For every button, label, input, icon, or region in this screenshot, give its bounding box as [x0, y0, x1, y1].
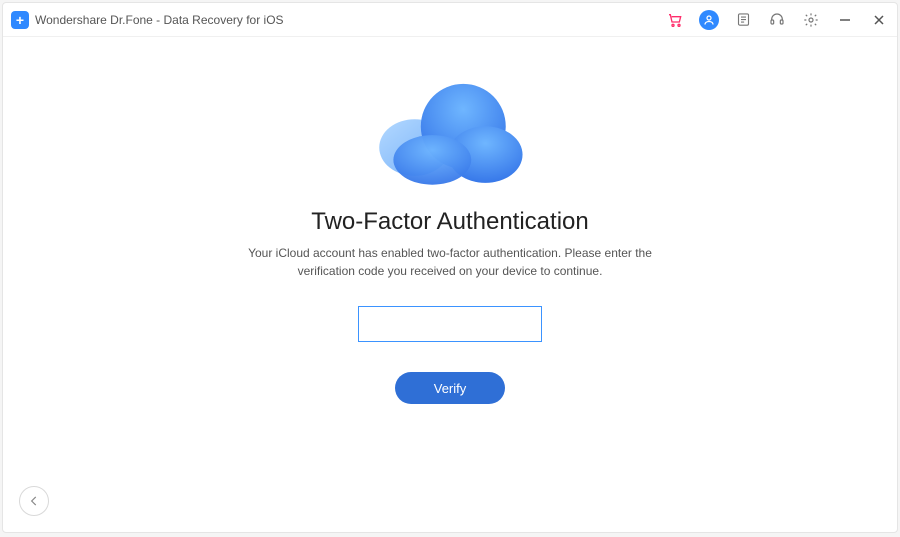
titlebar-left: + Wondershare Dr.Fone - Data Recovery fo… [11, 11, 284, 29]
back-button[interactable] [19, 486, 49, 516]
titlebar: + Wondershare Dr.Fone - Data Recovery fo… [3, 3, 897, 37]
app-title: Wondershare Dr.Fone - Data Recovery for … [35, 13, 284, 27]
cart-icon[interactable] [665, 10, 685, 30]
support-icon[interactable] [767, 10, 787, 30]
cloud-icon [360, 75, 540, 190]
close-button[interactable] [869, 10, 889, 30]
arrow-left-icon [27, 494, 41, 508]
gear-icon[interactable] [801, 10, 821, 30]
main-content: Two-Factor Authentication Your iCloud ac… [3, 37, 897, 532]
titlebar-right [665, 10, 889, 30]
user-icon[interactable] [699, 10, 719, 30]
feedback-icon[interactable] [733, 10, 753, 30]
minimize-button[interactable] [835, 10, 855, 30]
page-heading: Two-Factor Authentication [311, 208, 588, 236]
page-subtext: Your iCloud account has enabled two-fact… [240, 244, 660, 280]
verification-code-input[interactable] [358, 306, 542, 342]
app-window: + Wondershare Dr.Fone - Data Recovery fo… [2, 2, 898, 533]
app-logo-icon: + [11, 11, 29, 29]
verify-button[interactable]: Verify [395, 372, 505, 404]
